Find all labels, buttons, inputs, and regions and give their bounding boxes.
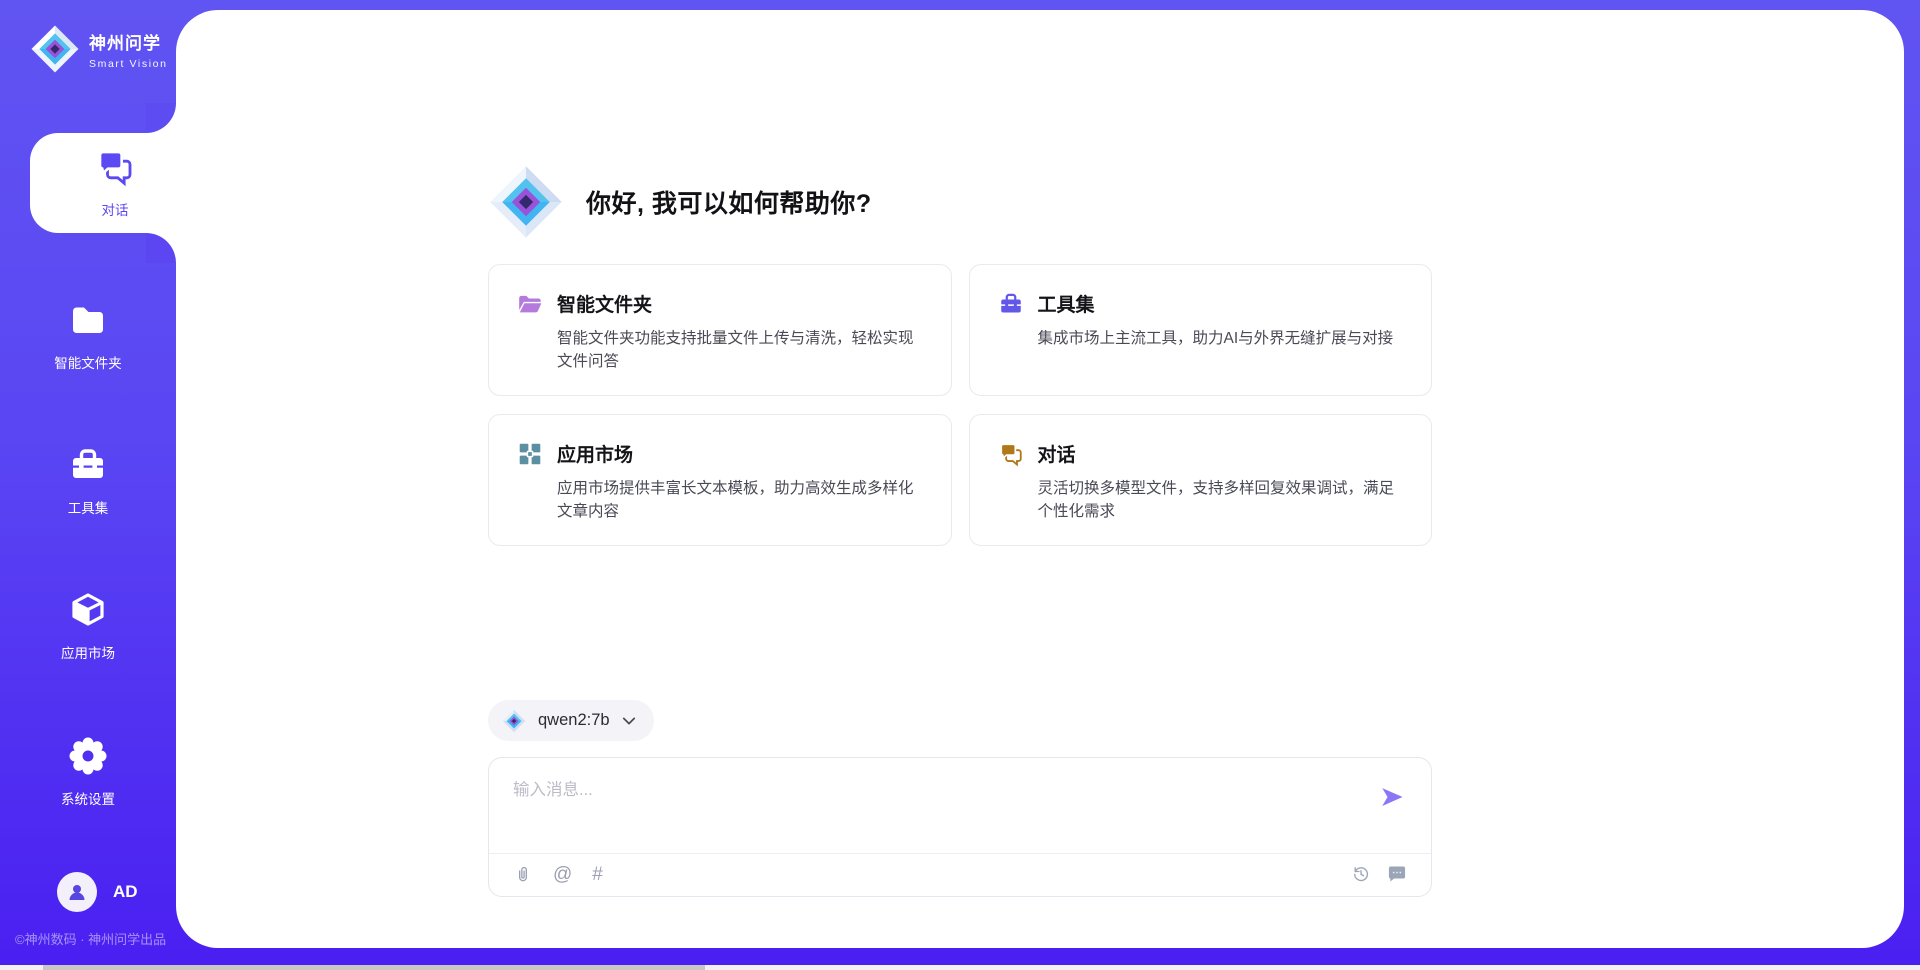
sidebar-item-chat[interactable]: 对话 <box>30 133 200 233</box>
card-title: 应用市场 <box>557 440 633 467</box>
card-app-market[interactable]: 应用市场 应用市场提供丰富长文本模板，助力高效生成多样化文章内容 <box>488 414 952 546</box>
sidebar-item-smart-folder[interactable]: 智能文件夹 <box>0 300 176 372</box>
model-name: qwen2:7b <box>538 711 610 730</box>
sidebar-item-label: 系统设置 <box>0 788 176 808</box>
card-description: 智能文件夹功能支持批量文件上传与清洗，轻松实现文件问答 <box>557 327 923 374</box>
toolbox-icon <box>998 291 1024 317</box>
sidebar: 神州问学 Smart Vision 对话 智能文件夹 <box>0 0 176 970</box>
model-logo-icon <box>502 709 526 733</box>
avatar <box>57 872 97 912</box>
message-composer: @ # <box>488 757 1432 897</box>
model-selector[interactable]: qwen2:7b <box>488 700 654 741</box>
sidebar-item-label: 智能文件夹 <box>0 352 176 372</box>
card-title: 对话 <box>1038 440 1076 467</box>
app-grid-icon <box>517 441 543 467</box>
card-description: 集成市场上主流工具，助力AI与外界无缝扩展与对接 <box>1038 327 1404 350</box>
logo-subtitle: Smart Vision <box>89 58 168 70</box>
sidebar-item-label: 对话 <box>30 199 200 219</box>
main-content: 你好, 我可以如何帮助你? 智能文件夹 智能文件夹功能支持批量文件上传与清洗，轻… <box>488 10 1432 897</box>
chat-icon <box>95 147 135 187</box>
sidebar-item-label: 应用市场 <box>0 642 176 662</box>
brand-diamond-icon <box>488 164 564 240</box>
greeting-title: 你好, 我可以如何帮助你? <box>586 184 872 220</box>
brand-diamond-icon <box>30 24 80 74</box>
card-title: 智能文件夹 <box>557 290 652 317</box>
send-icon[interactable] <box>1377 784 1407 810</box>
chat-bubble-icon[interactable] <box>1387 864 1407 884</box>
sidebar-item-app-market[interactable]: 应用市场 <box>0 590 176 662</box>
card-title: 工具集 <box>1038 290 1095 317</box>
card-description: 灵活切换多模型文件，支持多样回复效果调试，满足个性化需求 <box>1038 477 1404 524</box>
sidebar-item-settings[interactable]: 系统设置 <box>0 736 176 808</box>
user-avatar-icon <box>65 880 89 904</box>
composer-toolbar: @ # <box>489 852 1431 896</box>
feature-cards: 智能文件夹 智能文件夹功能支持批量文件上传与清洗，轻松实现文件问答 工具集 集成… <box>488 264 1432 546</box>
cube-icon <box>68 590 108 630</box>
card-toolset[interactable]: 工具集 集成市场上主流工具，助力AI与外界无缝扩展与对接 <box>969 264 1433 396</box>
tab-fillet-bottom <box>146 233 176 263</box>
folder-open-icon <box>517 291 543 317</box>
greeting-block: 你好, 我可以如何帮助你? <box>488 164 1432 240</box>
logo-title: 神州问学 <box>89 29 168 54</box>
app-screen: 神州问学 Smart Vision 对话 智能文件夹 <box>0 0 1920 970</box>
folder-icon <box>68 300 108 340</box>
app-logo: 神州问学 Smart Vision <box>30 24 168 74</box>
user-account[interactable]: AD <box>57 872 138 912</box>
card-smart-folder[interactable]: 智能文件夹 智能文件夹功能支持批量文件上传与清洗，轻松实现文件问答 <box>488 264 952 396</box>
copyright-footer: ©神州数码 · 神州问学出品 <box>15 929 166 948</box>
paperclip-icon[interactable] <box>513 864 533 884</box>
chat-icon <box>998 441 1024 467</box>
sidebar-item-label: 工具集 <box>0 497 176 517</box>
history-icon[interactable] <box>1351 864 1371 884</box>
horizontal-scrollbar[interactable] <box>0 965 1920 970</box>
message-input[interactable] <box>513 776 1893 838</box>
chevron-down-icon <box>622 716 636 726</box>
sidebar-item-toolset[interactable]: 工具集 <box>0 445 176 517</box>
at-icon[interactable]: @ <box>553 865 572 884</box>
user-initials: AD <box>113 882 138 902</box>
card-description: 应用市场提供丰富长文本模板，助力高效生成多样化文章内容 <box>557 477 923 524</box>
toolbox-icon <box>68 445 108 485</box>
hash-icon[interactable]: # <box>592 865 603 884</box>
scrollbar-thumb[interactable] <box>43 965 705 970</box>
card-chat[interactable]: 对话 灵活切换多模型文件，支持多样回复效果调试，满足个性化需求 <box>969 414 1433 546</box>
gear-icon <box>68 736 108 776</box>
tab-fillet-top <box>146 103 176 133</box>
